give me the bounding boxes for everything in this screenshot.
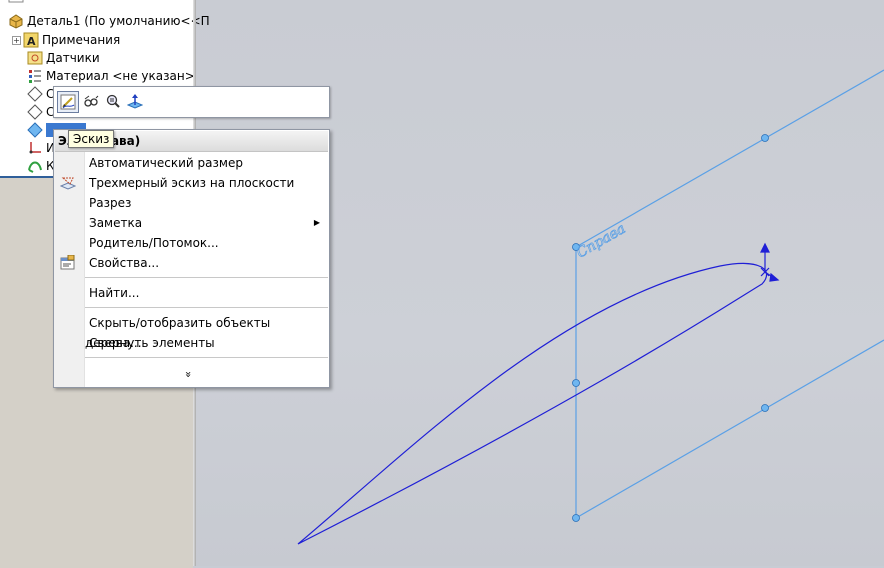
normal-to-button[interactable]: [125, 91, 145, 111]
submenu-arrow-icon: ▶: [313, 218, 320, 227]
tree-item-material[interactable]: Материал <не указан>: [27, 67, 195, 85]
menu-item-properties[interactable]: Свойства...: [60, 253, 328, 273]
show-hide-button[interactable]: [81, 91, 101, 111]
menu-separator: [85, 357, 328, 358]
plane-edge-top: [575, 69, 884, 248]
filter-icon: [8, 0, 24, 8]
tooltip: Эскиз: [68, 130, 115, 148]
curve-icon: [27, 158, 43, 174]
menu-item-note[interactable]: Заметка ▶: [85, 213, 328, 233]
menu-item-parent-child[interactable]: Родитель/Потомок...: [85, 233, 328, 253]
menu-separator: [85, 307, 328, 308]
menu-item-collapse-items[interactable]: Свернуть элементы: [85, 333, 328, 353]
menu-expand-more-icon[interactable]: »: [182, 368, 195, 381]
menu-item-3d-sketch-on-plane[interactable]: Трехмерный эскиз на плоскости: [59, 173, 328, 193]
menu-item-section[interactable]: Разрез: [85, 193, 328, 213]
plane-selected-icon: [27, 122, 43, 138]
3d-sketch-on-plane-icon: [59, 175, 77, 191]
context-menu: Эл (Справа) Автоматический размер Трехме…: [53, 129, 330, 388]
tree-root-part[interactable]: Деталь1 (По умолчанию<<П: [8, 12, 210, 30]
plane-icon: [27, 86, 43, 102]
glasses-icon: [83, 93, 99, 109]
plane-handle: [572, 379, 580, 387]
edit-sketch-button[interactable]: [57, 91, 79, 113]
edit-sketch-icon: [60, 94, 76, 110]
plane-handle: [761, 404, 769, 412]
zoom-to-selection-button[interactable]: [103, 91, 123, 111]
tree-item-plane-top[interactable]: С: [27, 103, 54, 121]
plane-edge-bottom: [575, 339, 884, 519]
annotations-icon: A: [23, 32, 39, 48]
zoom-icon: [105, 93, 121, 109]
context-toolbar: [53, 86, 330, 118]
menu-item-hide-show-tree-items[interactable]: Скрыть/отобразить объекты дерева...: [85, 313, 328, 350]
sketch-origin-icon: [760, 242, 780, 282]
properties-icon: [60, 254, 76, 271]
svg-text:A: A: [27, 35, 36, 48]
expand-icon[interactable]: +: [12, 35, 21, 45]
menu-item-find[interactable]: Найти...: [85, 283, 328, 303]
airfoil-sketch-curve: [297, 262, 768, 545]
origin-icon: [27, 140, 43, 156]
plane-handle: [572, 514, 580, 522]
plane-label: Справа: [574, 221, 628, 262]
plane-icon: [27, 104, 43, 120]
tree-item-sensors[interactable]: Датчики: [27, 49, 100, 67]
tree-item-curve[interactable]: К: [27, 157, 55, 175]
part-icon: [8, 13, 24, 29]
menu-separator: [85, 277, 328, 278]
plane-handle: [761, 134, 769, 142]
sensors-icon: [27, 50, 43, 66]
normal-to-icon: [126, 93, 144, 109]
tree-filter[interactable]: [8, 0, 24, 9]
part-name: Деталь1 (По умолчанию<<П: [27, 14, 210, 28]
tree-item-plane-front[interactable]: С: [27, 85, 54, 103]
tree-item-annotations[interactable]: + A Примечания: [12, 31, 120, 49]
tree-item-origin[interactable]: И: [27, 139, 55, 157]
material-icon: [27, 68, 43, 84]
menu-item-auto-dimension[interactable]: Автоматический размер: [85, 153, 328, 173]
